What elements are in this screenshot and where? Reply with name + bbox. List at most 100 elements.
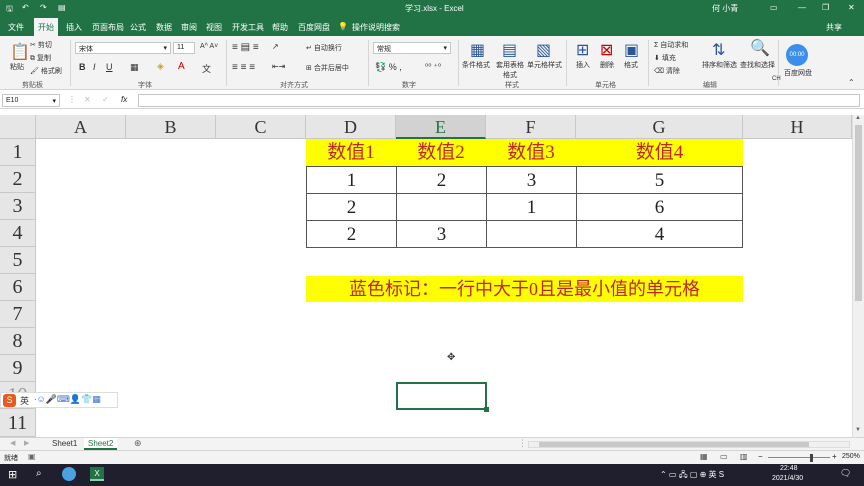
column-header-c[interactable]: C <box>216 115 306 139</box>
ime-toolbar[interactable]: S 英 ∙☺🎤⌨👤👕▦ <box>0 392 118 408</box>
excel-app-icon[interactable]: X <box>90 467 104 481</box>
orientation-icon[interactable]: ↗ <box>272 42 279 51</box>
row-header-2[interactable]: 2 <box>0 166 36 193</box>
windows-start-icon[interactable]: ⊞ <box>8 468 17 481</box>
cell-g4[interactable]: 4 <box>576 220 743 248</box>
format-as-table-button[interactable]: 套用表格格式 <box>493 60 527 80</box>
note-cell[interactable]: 蓝色标记：一行中大于0且是最小值的单元格 <box>306 276 743 302</box>
row-header-9[interactable]: 9 <box>0 355 36 382</box>
row-header-1[interactable]: 1 <box>0 139 36 166</box>
cell-f2[interactable]: 3 <box>486 166 577 194</box>
row-header-3[interactable]: 3 <box>0 193 36 220</box>
format-painter-button[interactable]: 🖌 格式刷 <box>30 66 62 76</box>
autosum-button[interactable]: Σ 自动求和 <box>654 40 688 50</box>
row-header-6[interactable]: 6 <box>0 274 36 301</box>
page-break-view-icon[interactable]: ▥ <box>740 452 748 461</box>
currency-icon[interactable]: 💱 % , <box>375 62 402 73</box>
cell-d2[interactable]: 1 <box>306 166 397 194</box>
formula-input[interactable] <box>138 94 860 107</box>
cell-g2[interactable]: 5 <box>576 166 743 194</box>
cell-e2[interactable]: 2 <box>396 166 487 194</box>
name-box[interactable]: E10 ▾ <box>2 94 60 107</box>
row-header-7[interactable]: 7 <box>0 301 36 328</box>
insert-cells-button[interactable]: 插入 <box>576 60 590 70</box>
tab-developer[interactable]: 开发工具 <box>232 22 264 33</box>
cell-d4[interactable]: 2 <box>306 220 397 248</box>
font-name-select[interactable]: 宋体 ▾ <box>75 42 171 54</box>
align-left-icon[interactable]: ≡ ≡ ≡ <box>232 62 255 73</box>
cell-e4[interactable]: 3 <box>396 220 487 248</box>
cell-g1[interactable]: 数值4 <box>576 139 743 166</box>
tab-insert[interactable]: 插入 <box>66 22 82 33</box>
cell-g3[interactable]: 6 <box>576 193 743 221</box>
cell-e1[interactable]: 数值2 <box>396 139 486 166</box>
ime-mode-toggle[interactable]: 英 <box>20 394 29 407</box>
save-icon[interactable]: 🖫 <box>6 3 13 17</box>
format-cells-button[interactable]: 格式 <box>624 60 638 70</box>
bold-button[interactable]: B <box>79 62 86 72</box>
redo-icon[interactable]: ↷ <box>40 3 47 12</box>
decimal-icon[interactable]: ⁰⁰ ⁺⁰ <box>425 62 441 71</box>
tab-help[interactable]: 帮助 <box>272 22 288 33</box>
ime-tools-icon[interactable]: ∙☺🎤⌨👤👕▦ <box>34 394 101 405</box>
column-header-g[interactable]: G <box>576 115 743 139</box>
sheet-tab-sheet2[interactable]: Sheet2 <box>84 438 118 450</box>
tray-icons[interactable]: ⌃ ▭ 🖧 ▢ ⊕ 英 S <box>660 469 724 483</box>
clear-button[interactable]: ⌫ 清除 <box>654 66 680 76</box>
cell-d1[interactable]: 数值1 <box>306 139 396 166</box>
sheet-tab-sheet1[interactable]: Sheet1 <box>48 438 81 450</box>
align-top-icon[interactable]: ≡ ▤ ≡ <box>232 42 259 53</box>
user-name[interactable]: 何 小青 <box>712 3 738 14</box>
fill-color-icon[interactable]: ◈ <box>157 61 164 72</box>
column-header-e[interactable]: E <box>396 115 486 139</box>
scroll-down-icon[interactable]: ▼ <box>855 427 861 433</box>
cell-f1[interactable]: 数值3 <box>486 139 576 166</box>
search-icon[interactable]: ⌕ <box>36 468 42 479</box>
cell-d3[interactable]: 2 <box>306 193 397 221</box>
column-header-a[interactable]: A <box>36 115 126 139</box>
paste-icon[interactable]: 📋 <box>10 42 30 62</box>
tab-file[interactable]: 文件 <box>8 22 24 33</box>
horizontal-scrollbar[interactable] <box>528 441 850 448</box>
underline-button[interactable]: U <box>106 62 113 72</box>
font-color-icon[interactable]: A <box>178 61 185 72</box>
font-size-select[interactable]: 11 <box>173 42 195 54</box>
fill-handle[interactable] <box>484 407 489 412</box>
sogou-icon[interactable]: S <box>3 394 16 407</box>
fill-button[interactable]: ⬇ 填充 <box>654 53 676 63</box>
quick-access-icon[interactable]: ▤ <box>58 3 66 12</box>
baidu-netdisk-icon[interactable]: 00:00 <box>786 44 808 66</box>
share-button[interactable]: 共享 <box>826 22 842 33</box>
tab-home[interactable]: 开始 <box>34 18 58 36</box>
border-icon[interactable]: ▦ <box>130 62 139 73</box>
normal-view-icon[interactable]: ▦ <box>700 452 708 461</box>
cell-styles-button[interactable]: 单元格样式 <box>527 60 562 70</box>
sort-filter-button[interactable]: 排序和筛选 <box>702 60 737 70</box>
find-select-button[interactable]: 查找和选择 <box>740 60 775 70</box>
tab-review[interactable]: 审阅 <box>181 22 197 33</box>
tab-page-layout[interactable]: 页面布局 <box>92 22 124 33</box>
column-header-d[interactable]: D <box>306 115 396 139</box>
minimize-icon[interactable]: — <box>798 3 806 12</box>
cell-e3[interactable] <box>396 193 487 221</box>
phonetic-icon[interactable]: 文 <box>202 62 211 75</box>
browser-icon[interactable] <box>62 467 76 481</box>
row-header-11[interactable]: 11 <box>0 409 36 437</box>
tell-me-search[interactable]: 操作说明搜索 <box>352 22 400 33</box>
wrap-text-button[interactable]: ↵ 自动换行 <box>306 43 342 53</box>
enter-icon[interactable]: ✓ <box>102 95 109 104</box>
scroll-thumb[interactable] <box>855 125 862 301</box>
horizontal-scroll-thumb[interactable] <box>539 442 809 447</box>
cut-button[interactable]: ✂ 剪切 <box>30 40 52 50</box>
column-header-f[interactable]: F <box>486 115 576 139</box>
tab-view[interactable]: 视图 <box>206 22 222 33</box>
macro-record-icon[interactable]: ▣ <box>28 452 36 461</box>
undo-icon[interactable]: ↶ <box>22 3 29 12</box>
cell-f3[interactable]: 1 <box>486 193 577 221</box>
spreadsheet-grid[interactable]: A B C D E F G H 1 2 3 4 5 6 7 8 9 10 11 … <box>0 115 864 437</box>
zoom-level[interactable]: 250% <box>842 453 860 460</box>
maximize-icon[interactable]: ❐ <box>822 3 829 12</box>
font-grow-icon[interactable]: A^ A˅ <box>200 43 218 50</box>
collapse-ribbon-icon[interactable]: ⌃ <box>848 78 855 87</box>
zoom-slider-thumb[interactable] <box>810 454 813 462</box>
